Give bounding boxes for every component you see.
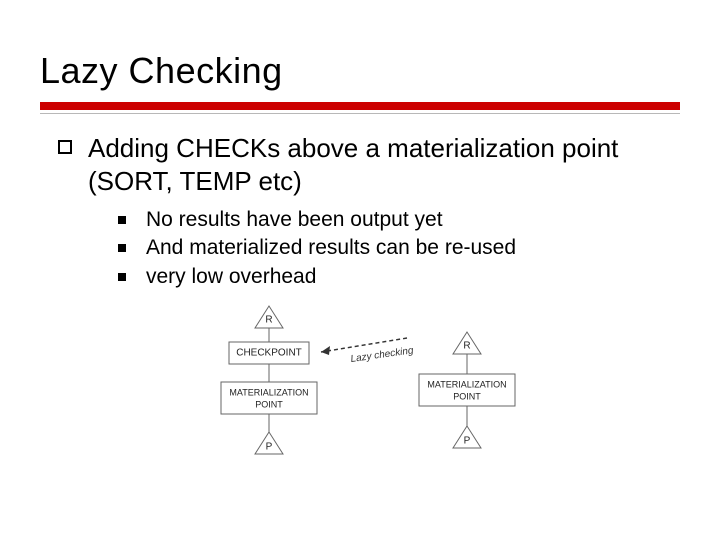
slide-body: Adding CHECKs above a materialization po… [40,132,680,497]
checkpoint-label: CHECKPOINT [236,347,302,358]
materialization-label-2: POINT [453,391,481,401]
lazy-checking-arrow: Lazy checking [321,338,415,365]
bullet-level2-text: And materialized results can be re-used [146,235,516,261]
arrow-annotation: Lazy checking [350,345,415,365]
slide: Lazy Checking Adding CHECKs above a mate… [0,0,720,540]
bullet-level2: And materialized results can be re-used [118,235,680,261]
hollow-square-icon [58,140,72,154]
diagram-container: R CHECKPOINT MATERIALIZATION POINT [58,302,680,497]
rule-red [40,102,680,110]
bullet-level2: very low overhead [118,264,680,290]
node-r-label: R [265,314,272,325]
bullet-level2-text: very low overhead [146,264,316,290]
lazy-checking-diagram: R CHECKPOINT MATERIALIZATION POINT [199,302,539,492]
materialization-label-1: MATERIALIZATION [229,387,308,397]
node-r-label: R [463,340,470,351]
slide-title: Lazy Checking [40,50,680,92]
materialization-label-1: MATERIALIZATION [427,379,506,389]
materialization-label-2: POINT [255,399,283,409]
filled-square-icon [118,216,126,224]
bullet-level1: Adding CHECKs above a materialization po… [58,132,680,197]
node-p-label: P [266,441,273,452]
bullet-level2: No results have been output yet [118,207,680,233]
node-p-label: P [464,435,471,446]
filled-square-icon [118,244,126,252]
bullet-level2-list: No results have been output yet And mate… [58,207,680,290]
title-rule [40,102,680,114]
rule-gray [40,113,680,114]
diagram-left-tree: R CHECKPOINT MATERIALIZATION POINT [221,306,317,454]
bullet-level1-text: Adding CHECKs above a materialization po… [88,132,680,197]
diagram-right-tree: R MATERIALIZATION POINT P [419,332,515,448]
filled-square-icon [118,273,126,281]
bullet-level2-text: No results have been output yet [146,207,443,233]
